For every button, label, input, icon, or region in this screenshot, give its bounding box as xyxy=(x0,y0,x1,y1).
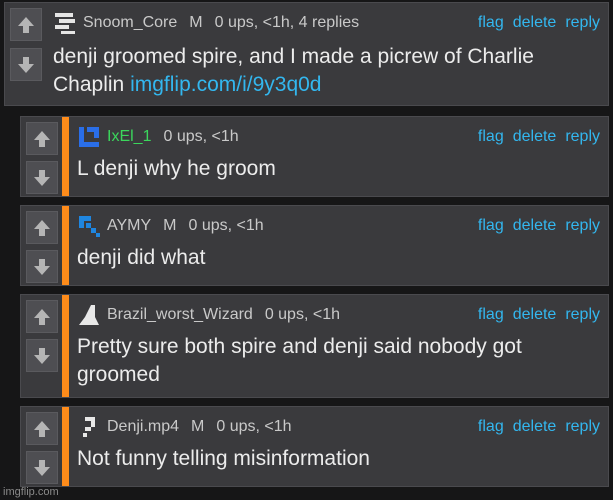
comment-actions: flag delete reply xyxy=(478,304,600,326)
flag-link[interactable]: flag xyxy=(478,217,504,235)
comment-body: Pretty sure both spire and denji said no… xyxy=(77,335,522,386)
blue-arrow-avatar-icon[interactable] xyxy=(77,214,101,238)
delete-link[interactable]: delete xyxy=(513,418,557,436)
reply-link[interactable]: reply xyxy=(565,217,600,235)
blue-pixel-avatar-icon[interactable] xyxy=(77,125,101,149)
downvote-button[interactable] xyxy=(26,451,58,484)
flag-link[interactable]: flag xyxy=(478,128,504,146)
vote-controls xyxy=(21,117,65,196)
flag-link[interactable]: flag xyxy=(478,306,504,324)
arrow-down-icon xyxy=(34,169,50,186)
reply-indicator-bar xyxy=(62,295,69,397)
comment-reply: IxEl_1 0 ups, <1h flag delete reply L de… xyxy=(20,116,609,197)
wizard-hat-avatar-icon[interactable] xyxy=(77,303,101,327)
arrow-up-icon xyxy=(34,130,50,147)
comment-reply: Brazil_worst_Wizard 0 ups, <1h flag dele… xyxy=(20,294,609,398)
delete-link[interactable]: delete xyxy=(513,306,557,324)
image-link[interactable]: imgflip.com/i/9y3q0d xyxy=(130,73,321,96)
downvote-button[interactable] xyxy=(10,48,42,81)
vote-controls xyxy=(21,206,65,285)
comment-meta: IxEl_1 0 ups, <1h xyxy=(77,126,239,148)
comment-body: denji did what xyxy=(77,246,206,269)
arrow-up-icon xyxy=(34,219,50,236)
comment-meta: Brazil_worst_Wizard 0 ups, <1h xyxy=(77,304,340,326)
comment-stats: 0 ups, <1h, 4 replies xyxy=(214,14,360,31)
username[interactable]: Brazil_worst_Wizard xyxy=(107,306,253,324)
arrow-down-icon xyxy=(34,347,50,364)
vote-controls xyxy=(21,407,65,486)
comment-reply: Denji.mp4 M 0 ups, <1h flag delete reply… xyxy=(20,406,609,487)
flag-link[interactable]: flag xyxy=(478,418,504,436)
delete-link[interactable]: delete xyxy=(513,14,557,32)
arrow-up-icon xyxy=(34,308,50,325)
comment-meta: AYMY M 0 ups, <1h xyxy=(77,215,264,237)
upvote-button[interactable] xyxy=(26,122,58,155)
comment-actions: flag delete reply xyxy=(478,215,600,237)
vote-controls xyxy=(5,3,49,105)
comment-actions: flag delete reply xyxy=(478,416,600,438)
arrow-down-icon xyxy=(34,258,50,275)
mod-badge: M xyxy=(191,418,205,435)
username[interactable]: IxEl_1 xyxy=(107,128,151,146)
comment-actions: flag delete reply xyxy=(478,12,600,34)
downvote-button[interactable] xyxy=(26,161,58,194)
upvote-button[interactable] xyxy=(26,300,58,333)
comment-body: L denji why he groom xyxy=(77,157,276,180)
arrow-down-icon xyxy=(34,459,50,476)
reply-link[interactable]: reply xyxy=(565,128,600,146)
delete-link[interactable]: delete xyxy=(513,128,557,146)
comment-stats: 0 ups, <1h xyxy=(216,418,292,435)
downvote-button[interactable] xyxy=(26,339,58,372)
reply-link[interactable]: reply xyxy=(565,418,600,436)
reply-indicator-bar xyxy=(62,206,69,285)
reply-indicator-bar xyxy=(62,407,69,486)
reply-link[interactable]: reply xyxy=(565,14,600,32)
comment-stats: 0 ups, <1h xyxy=(264,306,340,323)
arrow-up-icon xyxy=(34,420,50,437)
stripes-avatar-icon[interactable] xyxy=(53,11,77,35)
arrow-down-icon xyxy=(18,56,34,73)
reply-link[interactable]: reply xyxy=(565,306,600,324)
comment-actions: flag delete reply xyxy=(478,126,600,148)
flag-link[interactable]: flag xyxy=(478,14,504,32)
reply-indicator-bar xyxy=(62,117,69,196)
mod-badge: M xyxy=(163,217,177,234)
downvote-button[interactable] xyxy=(26,250,58,283)
arrow-up-icon xyxy=(18,16,34,33)
upvote-button[interactable] xyxy=(10,8,42,41)
delete-link[interactable]: delete xyxy=(513,217,557,235)
username[interactable]: Denji.mp4 xyxy=(107,418,179,436)
comment-reply: AYMY M 0 ups, <1h flag delete reply denj… xyxy=(20,205,609,286)
comment-meta: Denji.mp4 M 0 ups, <1h xyxy=(77,416,292,438)
upvote-button[interactable] xyxy=(26,211,58,244)
vote-controls xyxy=(21,295,65,397)
username[interactable]: AYMY xyxy=(107,217,151,235)
comment-stats: 0 ups, <1h xyxy=(188,217,264,234)
imgflip-watermark: imgflip.com xyxy=(3,486,59,498)
mod-badge: M xyxy=(189,14,203,31)
comment-body: Not funny telling misinformation xyxy=(77,447,370,470)
pixel-avatar-icon[interactable] xyxy=(77,415,101,439)
comment-meta: Snoom_Core M 0 ups, <1h, 4 replies xyxy=(53,12,359,34)
comment-stats: 0 ups, <1h xyxy=(163,128,239,145)
comment-text: denji groomed spire, and I made a picrew… xyxy=(53,43,600,99)
username[interactable]: Snoom_Core xyxy=(83,14,177,32)
comment: Snoom_Core M 0 ups, <1h, 4 replies flag … xyxy=(4,2,609,106)
upvote-button[interactable] xyxy=(26,412,58,445)
